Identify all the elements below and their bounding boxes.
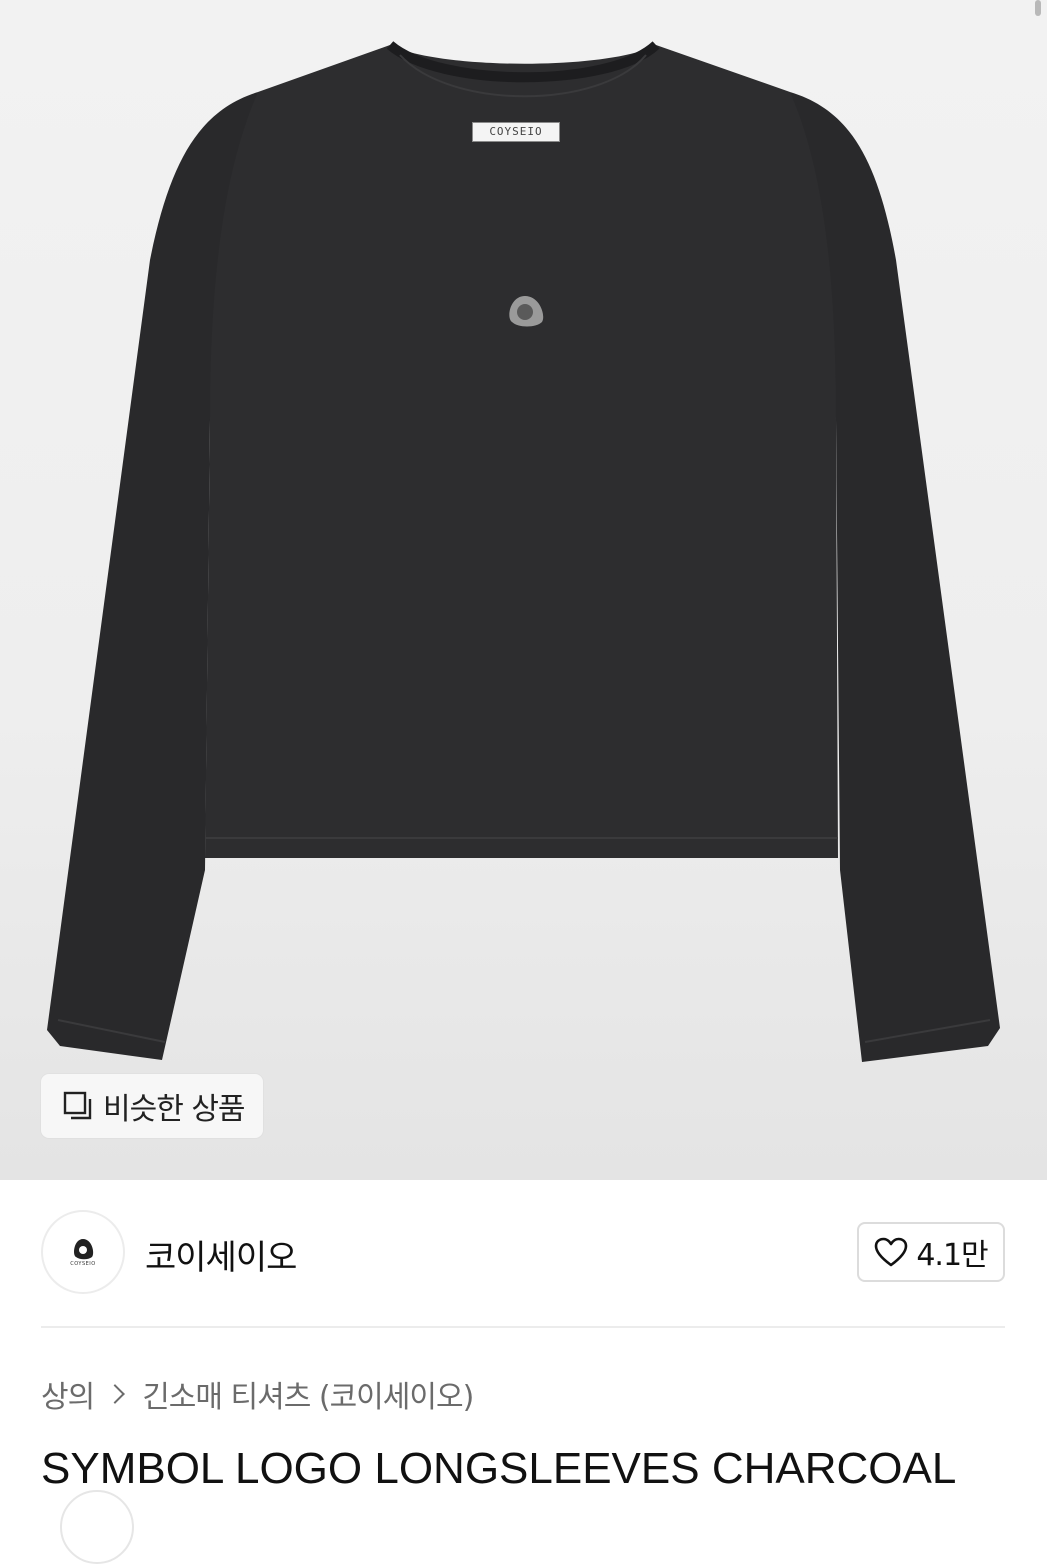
breadcrumb: 상의 긴소매 티셔츠 (코이세이오) — [41, 1372, 474, 1416]
avatar — [60, 1490, 134, 1564]
chevron-right-icon — [105, 1384, 126, 1404]
brand-logo[interactable]: COYSEIO — [41, 1210, 125, 1294]
product-title: SYMBOL LOGO LONGSLEEVES CHARCOAL — [41, 1444, 957, 1493]
like-count: 4.1만 — [916, 1238, 988, 1273]
brand-logo-text: COYSEIO — [70, 1260, 96, 1267]
similar-items-icon — [63, 1091, 92, 1120]
breadcrumb-subcategory[interactable]: 긴소매 티셔츠 (코이세이오) — [142, 1372, 474, 1416]
like-button[interactable]: 4.1만 — [857, 1222, 1005, 1282]
similar-products-button[interactable]: 비슷한 상품 — [41, 1074, 263, 1138]
heart-icon — [875, 1237, 908, 1267]
product-image[interactable]: COYSEIO 비슷한 상품 — [0, 0, 1047, 1180]
divider — [41, 1326, 1005, 1328]
brand-row: COYSEIO 코이세이오 4.1만 — [41, 1210, 1005, 1294]
brand-name[interactable]: 코이세이오 — [145, 1230, 297, 1279]
similar-products-label: 비슷한 상품 — [103, 1092, 246, 1127]
longsleeve-tshirt-image — [47, 41, 1000, 1062]
brand-symbol-icon — [74, 1238, 94, 1259]
breadcrumb-category[interactable]: 상의 — [41, 1372, 95, 1416]
collar-brand-label: COYSEIO — [472, 122, 560, 142]
